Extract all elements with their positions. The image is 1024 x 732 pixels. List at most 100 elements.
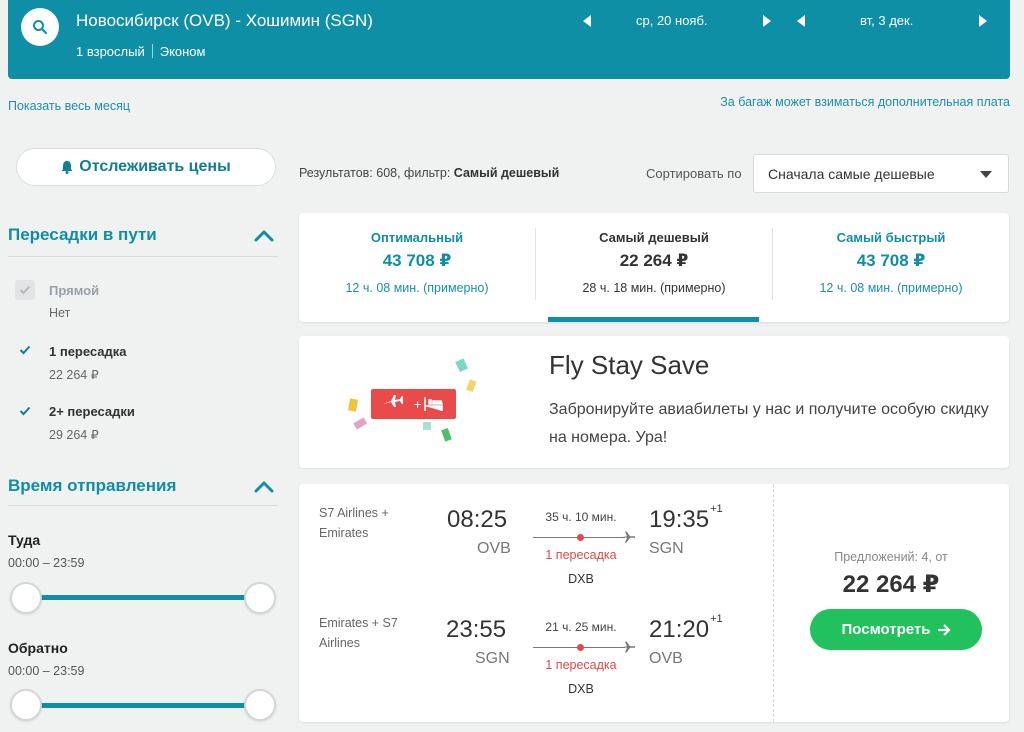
tab-fastest[interactable]: Самый быстрый 43 708 ₽ 12 ч. 08 мин. (пр… <box>773 213 1009 322</box>
ticket-price: 22 264 ₽ <box>842 571 940 598</box>
active-tab-indicator <box>548 317 759 322</box>
chevron-right-icon <box>979 15 987 27</box>
bell-icon <box>61 161 73 174</box>
stops-filter-title[interactable]: Пересадки в пути <box>8 225 157 245</box>
results-summary: Результатов: 608, фильтр: Самый дешевый <box>299 166 559 180</box>
promo-banner[interactable]: + Fly Stay Save Забронируйте авиабилеты … <box>299 336 1009 468</box>
outbound-time-label: Туда <box>8 532 41 548</box>
stop-dot <box>577 644 584 651</box>
leg-via: DXB <box>568 682 594 696</box>
checkmark-icon <box>19 406 31 416</box>
leg-duration: 21 ч. 25 мин. <box>545 620 617 634</box>
tab-price: 43 708 ₽ <box>856 251 926 270</box>
sort-dropdown[interactable]: Сначала самые дешевые <box>753 154 1009 193</box>
departure-time-filter-title[interactable]: Время отправления <box>8 476 176 496</box>
tab-price: 22 264 ₽ <box>619 251 689 270</box>
next-day-marker: +1 <box>710 613 723 625</box>
tab-duration: 12 ч. 08 мин. (примерно) <box>345 281 489 295</box>
tab-cheapest[interactable]: Самый дешевый 22 264 ₽ 28 ч. 18 мин. (пр… <box>536 213 772 322</box>
chevron-left-icon <box>797 15 805 27</box>
chevron-up-icon[interactable] <box>253 480 275 494</box>
promo-title: Fly Stay Save <box>549 350 710 380</box>
promo-text: Забронируйте авиабилеты у нас и получите… <box>549 401 989 446</box>
results-filter-name: Самый дешевый <box>453 166 560 180</box>
view-deal-button[interactable]: Посмотреть <box>810 609 982 650</box>
chevron-right-icon <box>763 15 771 27</box>
baggage-fee-link[interactable]: За багаж может взиматься дополнительная … <box>720 95 1010 109</box>
leg-stops: 1 пересадка <box>545 658 617 672</box>
divider <box>8 505 278 506</box>
sort-label: Сортировать по <box>646 166 742 181</box>
leg-arrival-time: 19:35+1 <box>649 503 723 534</box>
stops-option-price: Нет <box>49 306 71 320</box>
sort-tabs: Оптимальный 43 708 ₽ 12 ч. 08 мин. (прим… <box>299 213 1009 322</box>
tab-optimal[interactable]: Оптимальный 43 708 ₽ 12 ч. 08 мин. (прим… <box>299 213 535 322</box>
next-return-date-button[interactable] <box>976 14 990 28</box>
return-time-slider[interactable] <box>26 703 260 708</box>
leg-arrival-code: OVB <box>649 650 683 667</box>
leg-stops: 1 пересадка <box>545 548 617 562</box>
tab-price: 43 708 ₽ <box>382 251 452 270</box>
stops-two-plus-checkbox[interactable] <box>15 401 35 421</box>
tab-title: Самый дешевый <box>599 230 709 245</box>
passengers-label: 1 взрослый <box>76 44 145 59</box>
search-icon <box>33 20 48 35</box>
stops-option-label: 2+ пересадки <box>49 404 135 419</box>
stops-one-checkbox[interactable] <box>15 340 35 360</box>
depart-date[interactable]: ср, 20 нояб. <box>636 13 708 28</box>
view-deal-label: Посмотреть <box>841 621 931 638</box>
sort-selected-value: Сначала самые дешевые <box>768 166 935 182</box>
show-month-link[interactable]: Показать весь месяц <box>8 99 130 113</box>
leg-arrival-time: 21:20+1 <box>649 613 723 644</box>
chevron-up-icon[interactable] <box>253 229 275 243</box>
stops-option-label: 1 пересадка <box>49 344 127 359</box>
svg-text:+: + <box>413 398 422 411</box>
leg-airline: S7 Airlines + Emirates <box>319 506 389 540</box>
track-prices-button[interactable]: Отслеживать цены <box>16 148 276 186</box>
next-day-marker: +1 <box>710 503 723 515</box>
leg-airline: Emirates + S7 Airlines <box>319 616 398 650</box>
arrow-right-icon <box>937 623 951 636</box>
plane-icon <box>623 641 636 653</box>
stops-option-price: 22 264 ₽ <box>49 368 99 382</box>
outbound-slider-max-handle[interactable] <box>244 582 276 614</box>
return-slider-max-handle[interactable] <box>244 689 276 721</box>
outbound-time-range: 00:00 – 23:59 <box>8 556 85 570</box>
outbound-time-slider[interactable] <box>26 595 260 600</box>
offers-count: Предложений: 4, от <box>834 550 948 564</box>
prev-return-date-button[interactable] <box>794 14 808 28</box>
return-date[interactable]: вт, 3 дек. <box>860 13 913 28</box>
return-slider-min-handle[interactable] <box>10 689 42 721</box>
arrival-time-value: 19:35 <box>649 506 710 533</box>
prev-depart-date-button[interactable] <box>580 14 594 28</box>
stops-direct-checkbox[interactable] <box>15 280 35 300</box>
leg-departure-time: 08:25 <box>447 506 508 533</box>
track-prices-label: Отслеживать цены <box>79 158 231 175</box>
next-depart-date-button[interactable] <box>760 14 774 28</box>
leg-arrival-code: SGN <box>649 540 684 557</box>
passengers-cabin[interactable]: 1 взрослый Эконом <box>76 44 205 59</box>
leg-departure-code: SGN <box>475 650 510 667</box>
chevron-left-icon <box>583 15 591 27</box>
cabin-label: Эконом <box>159 44 206 59</box>
leg-departure-code: OVB <box>477 540 511 557</box>
leg-via: DXB <box>568 572 594 586</box>
search-button[interactable] <box>21 8 59 46</box>
route-title[interactable]: Новосибирск (OVB) - Хошимин (SGN) <box>76 11 373 31</box>
divider <box>773 484 774 722</box>
tab-duration: 28 ч. 18 мин. (примерно) <box>582 281 726 295</box>
outbound-slider-min-handle[interactable] <box>10 582 42 614</box>
ticket-card[interactable]: S7 Airlines + Emirates 08:25 OVB 35 ч. 1… <box>299 484 1009 722</box>
stops-option-price: 29 264 ₽ <box>49 428 99 442</box>
checkmark-icon <box>19 285 31 295</box>
stops-option-label: Прямой <box>49 283 100 298</box>
return-time-label: Обратно <box>8 640 68 656</box>
return-time-range: 00:00 – 23:59 <box>8 664 85 678</box>
caret-down-icon <box>980 171 992 178</box>
leg-duration: 35 ч. 10 мин. <box>545 510 617 524</box>
checkmark-icon <box>19 345 31 355</box>
results-count: Результатов: 608, фильтр: <box>299 166 451 180</box>
divider <box>8 256 278 257</box>
flight-hotel-illustration: + <box>348 358 477 442</box>
stop-dot <box>577 534 584 541</box>
